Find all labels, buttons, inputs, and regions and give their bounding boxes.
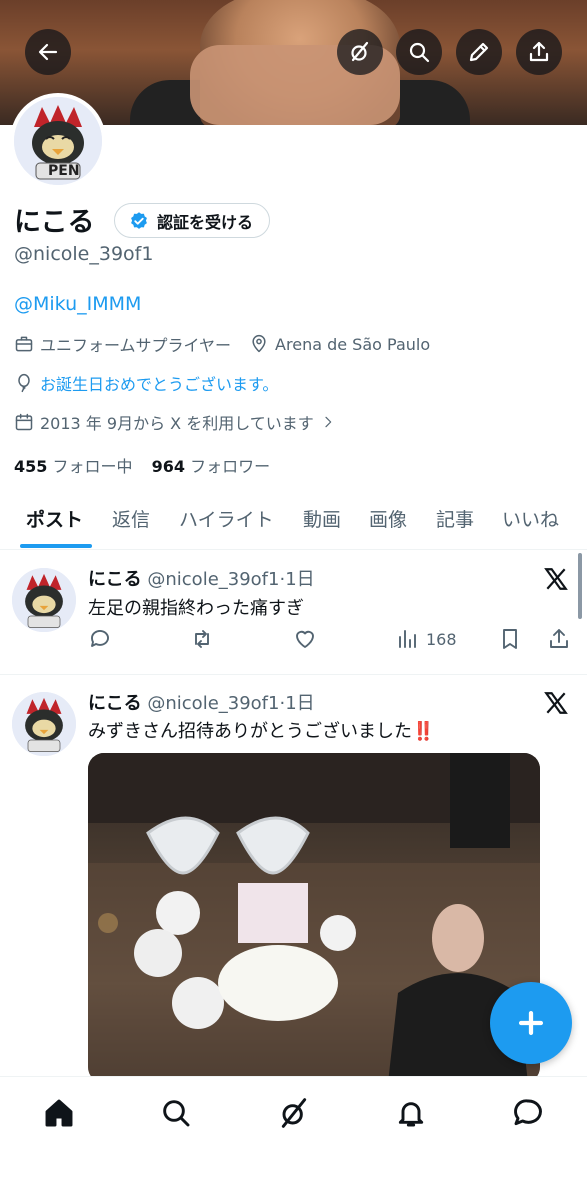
bottom-nav — [0, 1076, 587, 1200]
profile-birthday: お誕生日おめでとうございます。 — [40, 375, 279, 394]
birthday-row: お誕生日おめでとうございます。 — [14, 371, 278, 395]
post-avatar[interactable] — [12, 568, 76, 632]
joined-row[interactable]: 2013 年 9月から X を利用しています — [14, 410, 336, 434]
profile-handle: @nicole_39of1 — [14, 243, 154, 265]
nav-messages[interactable] — [510, 1095, 546, 1131]
tab-photos[interactable]: 画像 — [369, 505, 407, 532]
post-header: にこる @nicole_39of1·1日 — [88, 689, 315, 715]
nav-search[interactable] — [158, 1095, 194, 1131]
followers-count: 964 — [151, 457, 186, 476]
avatar-image — [12, 568, 76, 632]
tab-videos[interactable]: 動画 — [303, 505, 341, 532]
tab-highlights[interactable]: ハイライト — [179, 505, 274, 532]
post-author-name[interactable]: にこる — [88, 569, 142, 590]
profile-joined: 2013 年 9月から X を利用しています — [40, 414, 314, 433]
views-chart-icon — [399, 630, 416, 648]
avatar-image — [12, 692, 76, 756]
following-count: 455 — [14, 457, 48, 476]
edit-icon — [469, 42, 489, 62]
edit-button[interactable] — [456, 29, 502, 75]
back-button[interactable] — [25, 29, 71, 75]
chevron-right-icon — [325, 416, 332, 428]
verified-badge-icon — [131, 211, 147, 229]
post-author-name[interactable]: にこる — [88, 693, 142, 714]
post-item[interactable]: にこる @nicole_39of1·1日 左足の親指終わった痛すぎ 168 — [0, 551, 587, 675]
nav-grok[interactable] — [276, 1095, 312, 1131]
plus-icon — [518, 1010, 544, 1036]
grok-button[interactable] — [337, 29, 383, 75]
share-button[interactable] — [516, 29, 562, 75]
tab-articles[interactable]: 記事 — [436, 505, 474, 532]
post-actions: 168 — [88, 627, 572, 657]
post-avatar[interactable] — [12, 692, 76, 756]
views-button[interactable]: 168 — [396, 627, 457, 651]
profile-tabs: ポスト 返信 ハイライト 動画 画像 記事 いいね — [0, 495, 587, 550]
like-button[interactable] — [293, 627, 317, 651]
nav-home[interactable] — [41, 1095, 77, 1131]
search-button[interactable] — [396, 29, 442, 75]
home-icon — [45, 1099, 73, 1127]
profile-job: ユニフォームサプライヤー — [40, 336, 232, 355]
repost-icon — [195, 630, 209, 648]
search-icon — [409, 42, 430, 63]
post-header: にこる @nicole_39of1·1日 — [88, 565, 315, 591]
profile-bio-link[interactable]: @Miku_IMMM — [14, 293, 141, 315]
bookmark-icon — [503, 629, 517, 649]
post-photo[interactable] — [88, 753, 540, 1083]
scrollbar[interactable] — [578, 553, 582, 619]
post-share-button[interactable] — [547, 627, 571, 651]
messages-icon — [514, 1099, 542, 1126]
share-icon — [529, 41, 549, 62]
following-stat[interactable]: 455 フォロー中 — [14, 457, 133, 476]
active-tab-indicator — [20, 544, 92, 548]
profile-name: にこる — [14, 207, 95, 238]
post-text: みずきさん招待ありがとうございました‼️ — [88, 721, 435, 742]
nav-notifications[interactable] — [393, 1095, 429, 1131]
back-arrow-icon — [38, 43, 58, 61]
post-text: 左足の親指終わった痛すぎ — [88, 598, 304, 619]
post-handle-time: @nicole_39of1·1日 — [147, 569, 315, 590]
tab-likes[interactable]: いいね — [502, 505, 559, 532]
bookmark-button[interactable] — [498, 627, 522, 651]
followers-stat[interactable]: 964 フォロワー — [152, 457, 271, 476]
following-label: フォロー中 — [52, 457, 133, 476]
follow-stats: 455 フォロー中 964 フォロワー — [14, 453, 270, 477]
avatar-text: PEN — [48, 163, 80, 179]
location-pin-icon — [252, 334, 266, 353]
tab-replies[interactable]: 返信 — [112, 505, 150, 532]
search-icon — [163, 1100, 190, 1127]
grok-icon — [351, 41, 369, 62]
get-verified-label: 認証を受ける — [157, 212, 254, 232]
calendar-icon — [15, 413, 33, 431]
briefcase-icon — [15, 336, 33, 352]
photo-image — [88, 753, 540, 1083]
get-verified-button[interactable]: 認証を受ける — [114, 203, 271, 238]
x-logo-icon — [544, 692, 568, 714]
reply-button[interactable] — [88, 627, 112, 651]
profile-location: Arena de São Paulo — [275, 334, 431, 354]
profile-meta-row: ユニフォームサプライヤー Arena de São Paulo — [14, 332, 430, 356]
views-count: 168 — [426, 629, 457, 649]
bell-icon — [398, 1102, 424, 1127]
heart-icon — [296, 630, 314, 648]
share-icon — [550, 629, 568, 648]
tab-posts[interactable]: ポスト — [26, 505, 83, 532]
grok-icon — [281, 1098, 307, 1128]
repost-button[interactable] — [190, 627, 214, 651]
compose-post-button[interactable] — [490, 982, 572, 1064]
profile-avatar[interactable]: PEN — [10, 93, 106, 189]
x-logo-icon — [544, 568, 568, 590]
post-handle-time: @nicole_39of1·1日 — [147, 693, 315, 714]
reply-icon — [91, 630, 109, 647]
balloon-icon — [18, 373, 30, 393]
followers-label: フォロワー — [190, 457, 271, 476]
